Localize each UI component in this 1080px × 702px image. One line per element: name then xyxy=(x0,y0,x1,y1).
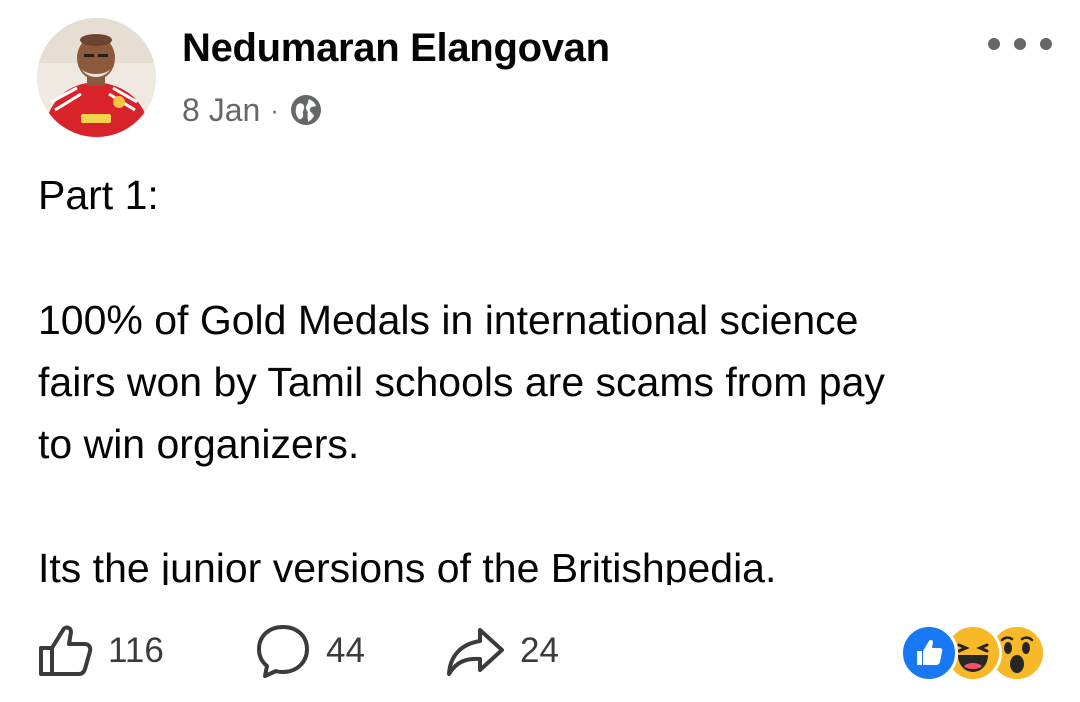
comment-icon xyxy=(257,625,309,678)
more-dot xyxy=(1014,38,1026,50)
author-photo xyxy=(37,18,156,137)
post-text-line: 100% of Gold Medals in international sci… xyxy=(38,297,859,343)
post-date[interactable]: 8 Jan xyxy=(182,92,260,129)
more-dot xyxy=(988,38,1000,50)
like-button[interactable]: 116 xyxy=(36,620,164,682)
author-avatar[interactable] xyxy=(37,18,156,137)
more-options-icon[interactable] xyxy=(988,30,1052,58)
share-count: 24 xyxy=(520,631,559,670)
thumbs-up-icon xyxy=(39,625,93,676)
share-icon xyxy=(447,628,504,676)
meta-separator: · xyxy=(270,94,279,125)
post-text-line: Its the junior versions of the Britishpe… xyxy=(38,545,777,585)
post-text-clip: Its the junior versions of the Britishpe… xyxy=(0,530,1080,585)
comment-button[interactable]: 44 xyxy=(254,620,365,682)
like-reaction-icon xyxy=(900,624,958,682)
post-text-line: to win organizers. xyxy=(38,421,360,467)
more-dot xyxy=(1040,38,1052,50)
comment-count: 44 xyxy=(326,631,365,670)
globe-icon[interactable] xyxy=(289,93,323,127)
share-button[interactable]: 24 xyxy=(444,620,559,682)
author-name[interactable]: Nedumaran Elangovan xyxy=(182,26,610,71)
reactions-summary[interactable] xyxy=(900,624,1050,682)
post-text-line: fairs won by Tamil schools are scams fro… xyxy=(38,359,885,405)
like-count: 116 xyxy=(108,631,164,670)
post-meta: 8 Jan · xyxy=(182,90,323,130)
facebook-post: Nedumaran Elangovan 8 Jan · Part 1: 100%… xyxy=(0,0,1080,702)
post-text-line: Part 1: xyxy=(38,172,159,218)
